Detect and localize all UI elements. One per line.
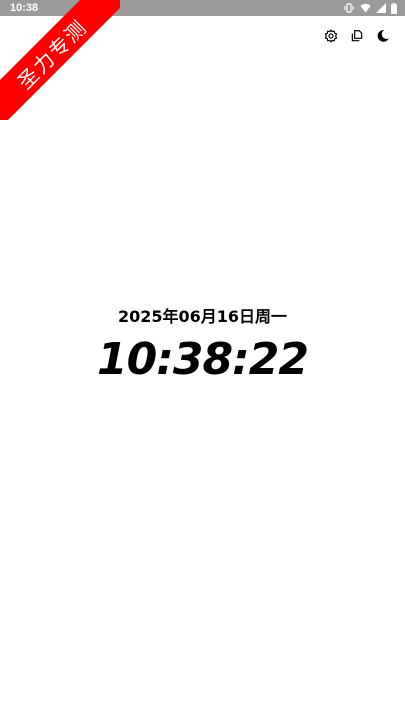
dark-mode-button[interactable] [375, 29, 391, 45]
status-time: 10:38 [10, 2, 39, 14]
settings-icon [324, 28, 338, 47]
settings-button[interactable] [323, 28, 339, 47]
clock-display: 2025年06月16日周一 10:38:22 [0, 302, 405, 386]
battery-icon [391, 2, 397, 14]
copy-icon [350, 28, 364, 47]
ribbon-container: 圣力专测 [0, 0, 120, 120]
dark-mode-icon [376, 28, 390, 47]
status-icons [343, 2, 397, 14]
time-text: 10:38:22 [97, 334, 309, 385]
corner-ribbon: 圣力专测 [0, 0, 120, 120]
wifi-icon [360, 3, 371, 13]
status-bar: 10:38 [0, 0, 405, 16]
date-text: 2025年06月16日周一 [117, 307, 288, 326]
toolbar [323, 28, 391, 47]
vibrate-icon [343, 3, 355, 13]
signal-icon [376, 3, 386, 13]
copy-button[interactable] [349, 29, 365, 45]
